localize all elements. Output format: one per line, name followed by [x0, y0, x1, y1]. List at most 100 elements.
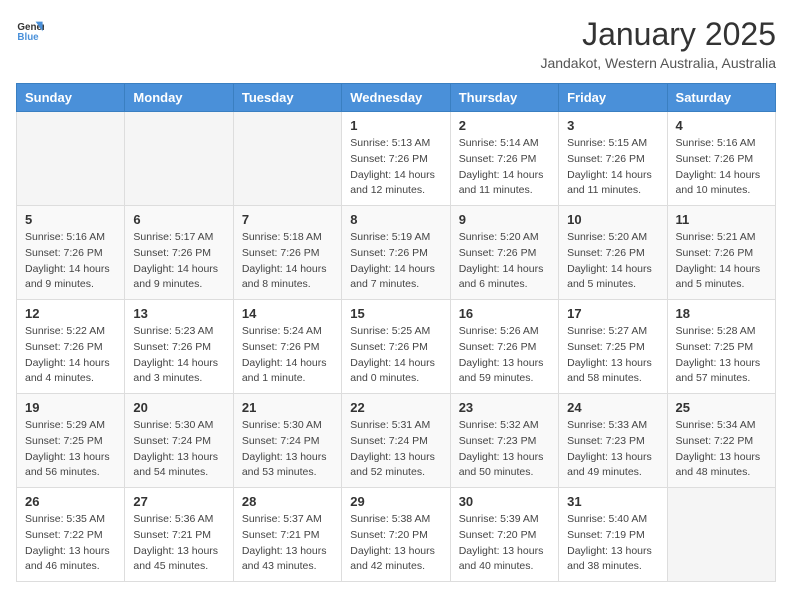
- day-number: 22: [350, 400, 441, 415]
- calendar-day-cell: 6Sunrise: 5:17 AM Sunset: 7:26 PM Daylig…: [125, 206, 233, 300]
- day-info: Sunrise: 5:15 AM Sunset: 7:26 PM Dayligh…: [567, 136, 658, 199]
- day-number: 16: [459, 306, 550, 321]
- calendar-day-cell: 29 Sunrise: 5:38 AM Sunset: 7:20 PM Dayli…: [342, 488, 450, 582]
- day-info: Sunrise: 5:30 AM Sunset: 7:24 PM Dayligh…: [133, 418, 224, 481]
- day-number: 11: [676, 212, 767, 227]
- day-info: Sunrise: 5:29 AM Sunset: 7:25 PM Dayligh…: [25, 418, 116, 481]
- day-info: Sunrise: 5:14 AM Sunset: 7:26 PM Dayligh…: [459, 136, 550, 199]
- calendar-day-cell: 18 Sunrise: 5:28 AM Sunset: 7:25 PM Dayli…: [667, 300, 775, 394]
- day-info: Sunrise: 5:20 AM Sunset: 7:26 PM Dayligh…: [567, 230, 658, 293]
- day-info: Sunrise: 5:17 AM Sunset: 7:26 PM Dayligh…: [133, 230, 224, 293]
- day-number: 10: [567, 212, 658, 227]
- calendar-day-cell: 9 Sunrise: 5:20 AM Sunset: 7:26 PM Daylig…: [450, 206, 558, 300]
- calendar-day-cell: 30 Sunrise: 5:39 AM Sunset: 7:20 PM Dayli…: [450, 488, 558, 582]
- calendar-day-cell: 2 Sunrise: 5:14 AM Sunset: 7:26 PM Daylig…: [450, 112, 558, 206]
- logo: General Blue: [16, 16, 44, 44]
- calendar-day-cell: 24 Sunrise: 5:33 AM Sunset: 7:23 PM Dayli…: [559, 394, 667, 488]
- day-number: 15: [350, 306, 441, 321]
- day-number: 30: [459, 494, 550, 509]
- day-info: Sunrise: 5:33 AM Sunset: 7:23 PM Dayligh…: [567, 418, 658, 481]
- calendar-week-row: 12 Sunrise: 5:22 AM Sunset: 7:26 PM Dayli…: [17, 300, 776, 394]
- day-number: 23: [459, 400, 550, 415]
- day-of-week-header: Monday: [125, 84, 233, 112]
- day-number: 19: [25, 400, 116, 415]
- calendar-day-cell: [17, 112, 125, 206]
- day-info: Sunrise: 5:16 AM Sunset: 7:26 PM Dayligh…: [25, 230, 116, 293]
- day-number: 18: [676, 306, 767, 321]
- calendar-day-cell: 13Sunrise: 5:23 AM Sunset: 7:26 PM Dayli…: [125, 300, 233, 394]
- calendar-day-cell: 4 Sunrise: 5:16 AM Sunset: 7:26 PM Daylig…: [667, 112, 775, 206]
- day-info: Sunrise: 5:35 AM Sunset: 7:22 PM Dayligh…: [25, 512, 116, 575]
- day-number: 27: [133, 494, 224, 509]
- day-number: 5: [25, 212, 116, 227]
- calendar-day-cell: 27 Sunrise: 5:36 AM Sunset: 7:21 PM Dayli…: [125, 488, 233, 582]
- day-info: Sunrise: 5:24 AM Sunset: 7:26 PM Dayligh…: [242, 324, 333, 387]
- day-info: Sunrise: 5:39 AM Sunset: 7:20 PM Dayligh…: [459, 512, 550, 575]
- day-number: 7: [242, 212, 333, 227]
- calendar-day-cell: 14 Sunrise: 5:24 AM Sunset: 7:26 PM Dayli…: [233, 300, 341, 394]
- day-info: Sunrise: 5:23 AM Sunset: 7:26 PM Dayligh…: [133, 324, 224, 387]
- day-info: Sunrise: 5:34 AM Sunset: 7:22 PM Dayligh…: [676, 418, 767, 481]
- day-number: 1: [350, 118, 441, 133]
- svg-text:Blue: Blue: [17, 32, 39, 43]
- calendar-week-row: 1 Sunrise: 5:13 AM Sunset: 7:26 PM Daylig…: [17, 112, 776, 206]
- month-year-title: January 2025: [540, 16, 776, 53]
- calendar-day-cell: 31 Sunrise: 5:40 AM Sunset: 7:19 PM Dayli…: [559, 488, 667, 582]
- calendar-day-cell: 8Sunrise: 5:19 AM Sunset: 7:26 PM Daylig…: [342, 206, 450, 300]
- day-number: 12: [25, 306, 116, 321]
- day-number: 24: [567, 400, 658, 415]
- calendar-day-cell: 21Sunrise: 5:30 AM Sunset: 7:24 PM Dayli…: [233, 394, 341, 488]
- day-info: Sunrise: 5:31 AM Sunset: 7:24 PM Dayligh…: [350, 418, 441, 481]
- calendar-day-cell: 25 Sunrise: 5:34 AM Sunset: 7:22 PM Dayli…: [667, 394, 775, 488]
- day-of-week-header: Wednesday: [342, 84, 450, 112]
- day-of-week-header: Tuesday: [233, 84, 341, 112]
- day-number: 25: [676, 400, 767, 415]
- day-info: Sunrise: 5:22 AM Sunset: 7:26 PM Dayligh…: [25, 324, 116, 387]
- location-subtitle: Jandakot, Western Australia, Australia: [540, 55, 776, 71]
- calendar-day-cell: 5 Sunrise: 5:16 AM Sunset: 7:26 PM Daylig…: [17, 206, 125, 300]
- title-block: January 2025 Jandakot, Western Australia…: [540, 16, 776, 71]
- calendar-day-cell: 7Sunrise: 5:18 AM Sunset: 7:26 PM Daylig…: [233, 206, 341, 300]
- day-number: 28: [242, 494, 333, 509]
- day-of-week-header: Friday: [559, 84, 667, 112]
- day-number: 14: [242, 306, 333, 321]
- calendar-day-cell: 11Sunrise: 5:21 AM Sunset: 7:26 PM Dayli…: [667, 206, 775, 300]
- calendar-week-row: 19 Sunrise: 5:29 AM Sunset: 7:25 PM Dayli…: [17, 394, 776, 488]
- calendar-day-cell: 19 Sunrise: 5:29 AM Sunset: 7:25 PM Dayli…: [17, 394, 125, 488]
- calendar-table: SundayMondayTuesdayWednesdayThursdayFrid…: [16, 83, 776, 582]
- calendar-day-cell: 26 Sunrise: 5:35 AM Sunset: 7:22 PM Dayli…: [17, 488, 125, 582]
- day-info: Sunrise: 5:32 AM Sunset: 7:23 PM Dayligh…: [459, 418, 550, 481]
- day-number: 31: [567, 494, 658, 509]
- day-number: 8: [350, 212, 441, 227]
- calendar-day-cell: 16Sunrise: 5:26 AM Sunset: 7:26 PM Dayli…: [450, 300, 558, 394]
- logo-icon: General Blue: [16, 16, 44, 44]
- calendar-day-cell: 17Sunrise: 5:27 AM Sunset: 7:25 PM Dayli…: [559, 300, 667, 394]
- calendar-day-cell: 22 Sunrise: 5:31 AM Sunset: 7:24 PM Dayli…: [342, 394, 450, 488]
- day-info: Sunrise: 5:13 AM Sunset: 7:26 PM Dayligh…: [350, 136, 441, 199]
- calendar-week-row: 5 Sunrise: 5:16 AM Sunset: 7:26 PM Daylig…: [17, 206, 776, 300]
- calendar-day-cell: [125, 112, 233, 206]
- day-number: 29: [350, 494, 441, 509]
- calendar-day-cell: 20Sunrise: 5:30 AM Sunset: 7:24 PM Dayli…: [125, 394, 233, 488]
- calendar-day-cell: [233, 112, 341, 206]
- day-number: 4: [676, 118, 767, 133]
- day-info: Sunrise: 5:27 AM Sunset: 7:25 PM Dayligh…: [567, 324, 658, 387]
- day-info: Sunrise: 5:28 AM Sunset: 7:25 PM Dayligh…: [676, 324, 767, 387]
- page-header: General Blue January 2025 Jandakot, West…: [16, 16, 776, 71]
- day-info: Sunrise: 5:16 AM Sunset: 7:26 PM Dayligh…: [676, 136, 767, 199]
- day-info: Sunrise: 5:40 AM Sunset: 7:19 PM Dayligh…: [567, 512, 658, 575]
- day-info: Sunrise: 5:36 AM Sunset: 7:21 PM Dayligh…: [133, 512, 224, 575]
- day-number: 9: [459, 212, 550, 227]
- day-info: Sunrise: 5:37 AM Sunset: 7:21 PM Dayligh…: [242, 512, 333, 575]
- day-number: 26: [25, 494, 116, 509]
- calendar-day-cell: 15 Sunrise: 5:25 AM Sunset: 7:26 PM Dayli…: [342, 300, 450, 394]
- calendar-week-row: 26 Sunrise: 5:35 AM Sunset: 7:22 PM Dayli…: [17, 488, 776, 582]
- day-info: Sunrise: 5:38 AM Sunset: 7:20 PM Dayligh…: [350, 512, 441, 575]
- day-info: Sunrise: 5:20 AM Sunset: 7:26 PM Dayligh…: [459, 230, 550, 293]
- day-number: 2: [459, 118, 550, 133]
- day-info: Sunrise: 5:25 AM Sunset: 7:26 PM Dayligh…: [350, 324, 441, 387]
- day-of-week-header: Sunday: [17, 84, 125, 112]
- calendar-day-cell: 12 Sunrise: 5:22 AM Sunset: 7:26 PM Dayli…: [17, 300, 125, 394]
- calendar-day-cell: 1 Sunrise: 5:13 AM Sunset: 7:26 PM Daylig…: [342, 112, 450, 206]
- day-of-week-header: Thursday: [450, 84, 558, 112]
